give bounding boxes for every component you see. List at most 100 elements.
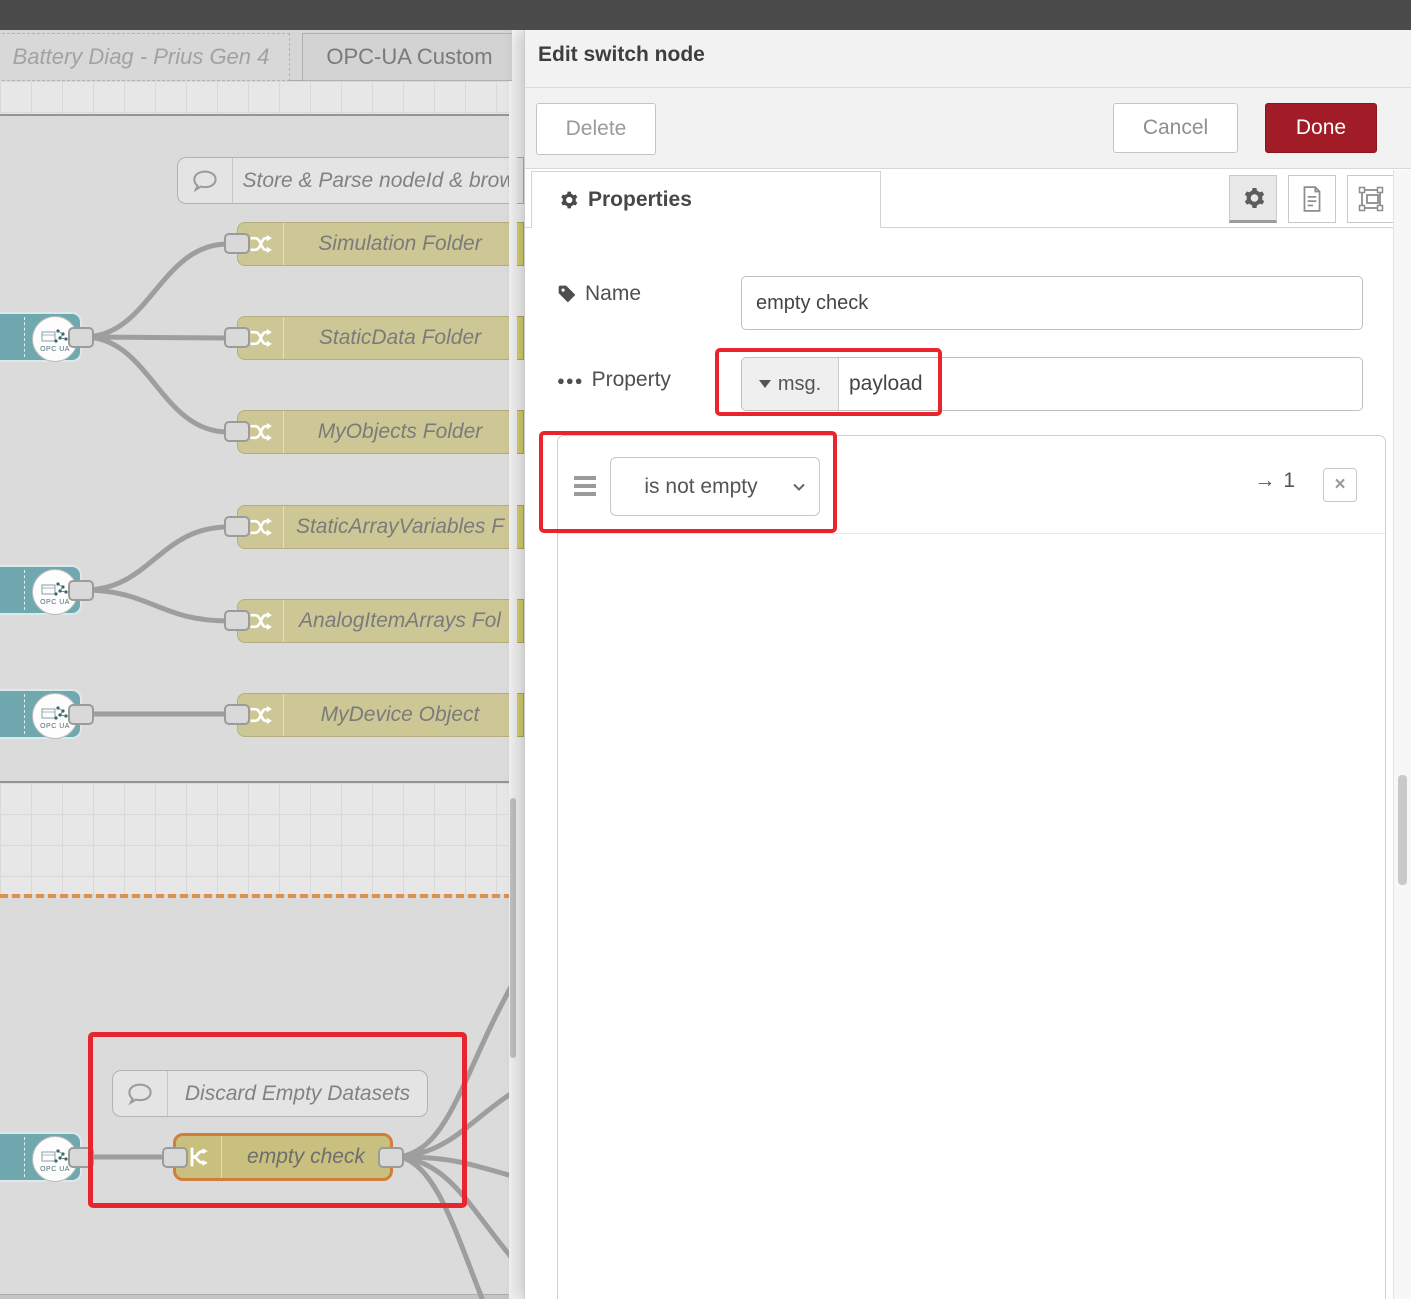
rule-row[interactable]: is not empty → 1 × — [558, 436, 1385, 534]
input-port[interactable] — [224, 516, 250, 537]
node-separator — [24, 694, 25, 734]
input-port[interactable] — [224, 421, 250, 442]
rule-remove-button[interactable]: × — [1323, 468, 1357, 502]
opcua-node-label: er — [0, 702, 24, 726]
property-type-select[interactable]: msg. — [742, 358, 839, 410]
opcua-node-label: er — [0, 325, 24, 349]
output-port[interactable] — [68, 1147, 94, 1168]
property-label-text: Property — [592, 368, 671, 392]
node-sliver — [517, 222, 524, 266]
switch-node-analogitemarrays[interactable]: AnalogItemArrays Fol — [237, 599, 512, 643]
rule-output-indicator: → 1 — [1254, 469, 1295, 493]
speech-bubble-icon — [178, 158, 233, 203]
property-field-label: ●●● Property — [557, 368, 671, 392]
wire[interactable] — [84, 244, 228, 337]
arrow-right-icon: → — [1254, 469, 1275, 493]
wire[interactable] — [84, 337, 228, 432]
input-port[interactable] — [162, 1147, 188, 1168]
comment-node-discard-empty[interactable]: Discard Empty Datasets — [112, 1070, 428, 1117]
cancel-button-label: Cancel — [1143, 116, 1208, 140]
opcua-badge-text: OPC UA — [40, 723, 70, 730]
drag-handle-icon[interactable] — [574, 476, 596, 500]
tab-properties[interactable]: Properties — [531, 171, 881, 228]
speech-bubble-icon — [113, 1071, 168, 1116]
input-port[interactable] — [224, 233, 250, 254]
switch-node-staticarrayvariables[interactable]: StaticArrayVariables F — [237, 505, 512, 549]
dialog-scrollbar-track — [1393, 170, 1411, 1299]
name-label-text: Name — [585, 282, 641, 306]
properties-view-button[interactable] — [1229, 175, 1277, 223]
input-port[interactable] — [224, 704, 250, 725]
cancel-button[interactable]: Cancel — [1113, 103, 1238, 153]
rule-output-number: 1 — [1283, 469, 1295, 493]
output-port[interactable] — [68, 327, 94, 348]
comment-node-label: Store & Parse nodeId & brow — [233, 169, 512, 193]
opcua-browser-node[interactable]: er OPC UA — [0, 689, 82, 739]
output-port[interactable] — [68, 580, 94, 601]
name-field-label: Name — [557, 282, 641, 306]
switch-node-myobjects-folder[interactable]: MyObjects Folder — [237, 410, 512, 454]
flow-workspace[interactable]: Battery Diag - Prius Gen 4 OPC-UA Custom… — [0, 0, 512, 1299]
header-bar — [0, 0, 1411, 30]
opcua-badge-text: OPC UA — [40, 346, 70, 353]
wire[interactable] — [84, 527, 228, 590]
switch-node-empty-check[interactable]: empty check — [173, 1133, 393, 1181]
input-port[interactable] — [224, 327, 250, 348]
switch-node-label: AnalogItemArrays Fol — [284, 609, 512, 633]
switch-node-label: MyObjects Folder — [284, 420, 512, 444]
delete-button[interactable]: Delete — [536, 103, 656, 155]
gear-icon — [558, 190, 578, 210]
node-separator — [24, 1137, 25, 1177]
property-value-input[interactable]: payload — [839, 358, 1362, 410]
wire[interactable] — [84, 590, 228, 621]
comment-node-label: Discard Empty Datasets — [168, 1082, 427, 1106]
appearance-view-button[interactable] — [1347, 175, 1395, 223]
switch-node-label: MyDevice Object — [284, 703, 512, 727]
node-separator — [24, 317, 25, 357]
node-separator — [24, 570, 25, 610]
close-icon: × — [1334, 474, 1345, 496]
node-sliver — [517, 505, 524, 549]
output-port[interactable] — [378, 1147, 404, 1168]
gear-icon — [1241, 186, 1265, 210]
chevron-down-icon — [791, 479, 807, 495]
switch-node-label: StaticArrayVariables F — [284, 515, 512, 539]
dialog-tab-row: Properties — [525, 169, 1411, 228]
document-icon — [1299, 185, 1325, 213]
workspace-scrollbar-thumb[interactable] — [510, 798, 516, 1058]
output-port[interactable] — [68, 704, 94, 725]
opcua-browser-node[interactable]: er OPC UA — [0, 312, 82, 362]
node-appearance-icon — [1357, 185, 1385, 213]
workspace-scrollbar-track — [509, 81, 517, 1299]
tab-properties-label: Properties — [588, 188, 692, 212]
wire[interactable] — [400, 1157, 512, 1299]
delete-button-label: Delete — [566, 117, 627, 141]
input-port[interactable] — [224, 610, 250, 631]
opcua-browser-node[interactable]: er OPC UA — [0, 565, 82, 615]
switch-node-staticdata-folder[interactable]: StaticData Folder — [237, 316, 512, 360]
ellipsis-icon: ●●● — [557, 373, 584, 388]
rule-operator-select[interactable]: is not empty — [610, 457, 820, 516]
done-button-label: Done — [1296, 116, 1346, 140]
dialog-title: Edit switch node — [538, 43, 705, 67]
node-sliver — [517, 316, 524, 360]
description-view-button[interactable] — [1288, 175, 1336, 223]
node-sliver — [517, 410, 524, 454]
done-button[interactable]: Done — [1265, 103, 1377, 153]
node-sliver — [517, 693, 524, 737]
dialog-toolbar: Delete Cancel Done — [525, 88, 1411, 169]
switch-node-label: Simulation Folder — [284, 232, 512, 256]
wire[interactable] — [84, 337, 228, 338]
dialog-scrollbar-thumb[interactable] — [1398, 775, 1407, 885]
rules-list: is not empty → 1 × — [557, 435, 1386, 1299]
comment-node-store-parse[interactable]: Store & Parse nodeId & brow — [177, 157, 512, 204]
opcua-badge-text: OPC UA — [40, 599, 70, 606]
opcua-browser-node[interactable]: er OPC UA — [0, 1132, 82, 1182]
switch-node-label: StaticData Folder — [284, 326, 512, 350]
switch-node-label: empty check — [222, 1145, 390, 1169]
node-sliver — [517, 157, 524, 204]
dialog-header: Edit switch node — [525, 30, 1411, 88]
name-input[interactable] — [741, 276, 1363, 330]
switch-node-simulation-folder[interactable]: Simulation Folder — [237, 222, 512, 266]
switch-node-mydevice-object[interactable]: MyDevice Object — [237, 693, 512, 737]
